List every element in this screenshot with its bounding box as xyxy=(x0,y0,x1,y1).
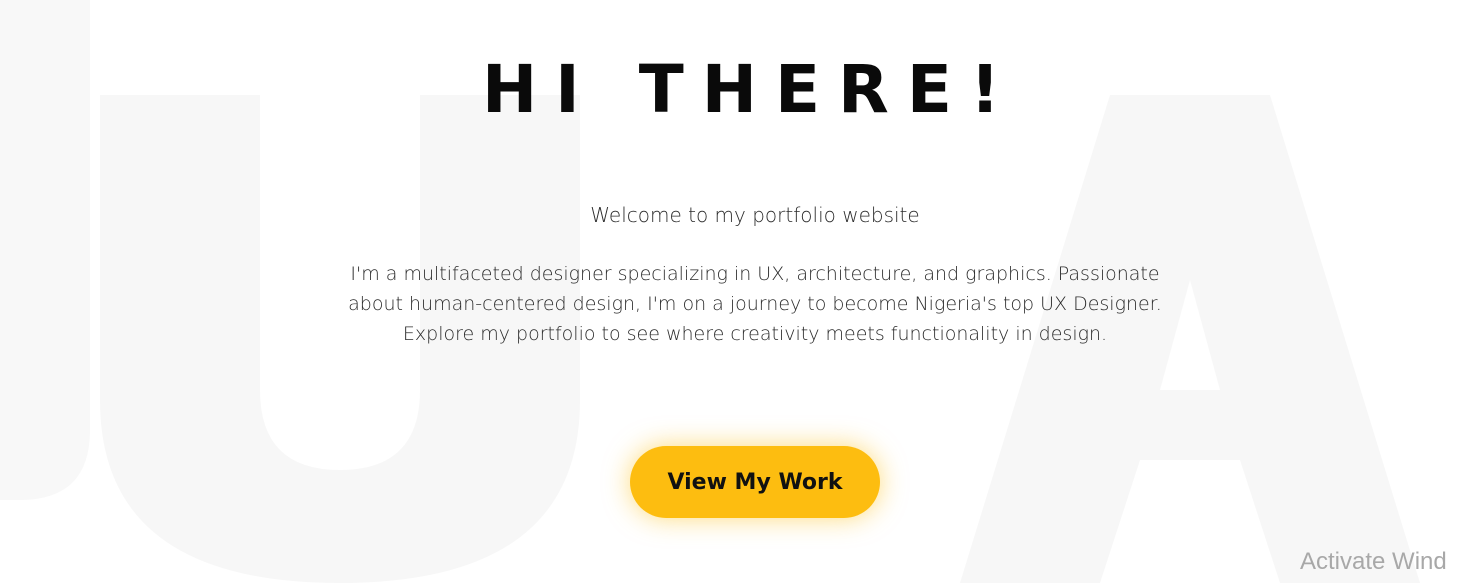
about-line: about human-centered design, I'm on a jo… xyxy=(348,293,1162,315)
about-paragraph: I'm a multifaceted designer specializing… xyxy=(290,259,1220,349)
hero-title: HI THERE! xyxy=(481,51,1019,128)
about-line: I'm a multifaceted designer specializing… xyxy=(350,263,1160,285)
view-my-work-button[interactable]: View My Work xyxy=(630,446,880,518)
welcome-text: Welcome to my portfolio website xyxy=(590,203,920,227)
about-line: Explore my portfolio to see where creati… xyxy=(402,323,1108,345)
hero-section: HI THERE! Welcome to my portfolio websit… xyxy=(0,0,1482,583)
activate-windows-watermark: Activate Wind xyxy=(1300,548,1447,575)
